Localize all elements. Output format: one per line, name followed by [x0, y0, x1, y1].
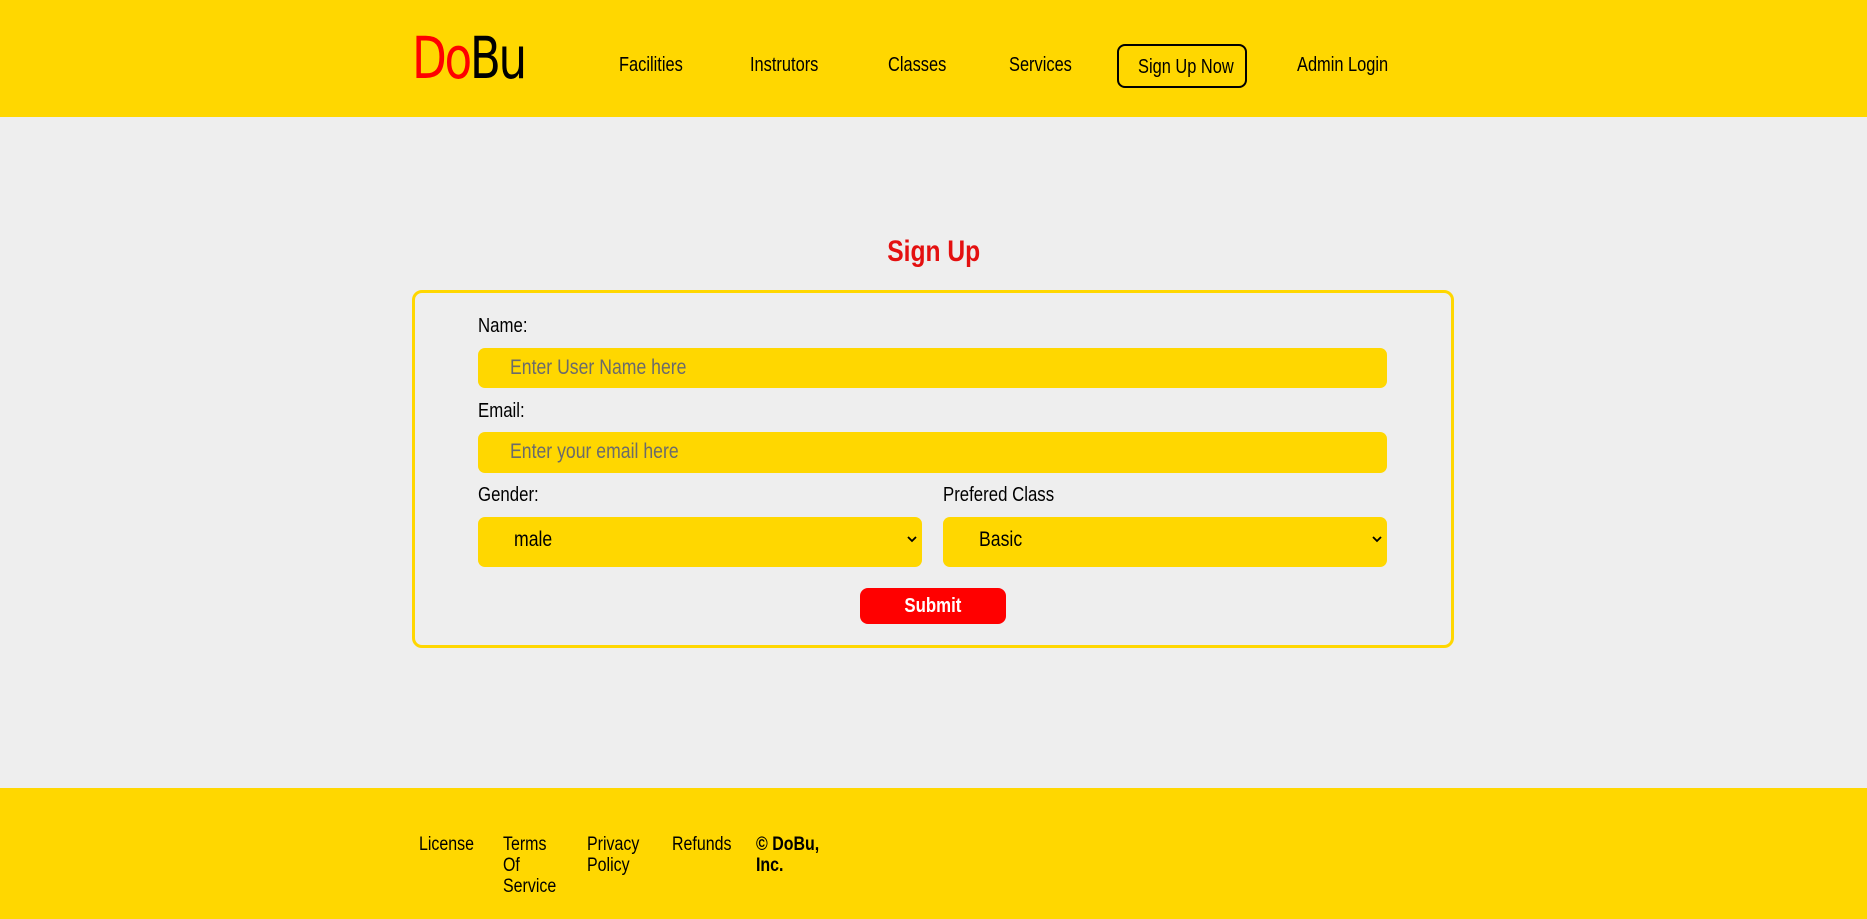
site-logo[interactable]: DoBu — [412, 28, 527, 88]
email-placeholder: Enter your email here — [510, 440, 679, 463]
footer-refunds-link[interactable]: Refunds — [672, 834, 731, 855]
sign-up-now-label: Sign Up Now — [1138, 56, 1234, 78]
sign-up-now-button[interactable]: Sign Up Now — [1117, 44, 1247, 88]
footer-terms-link[interactable]: Terms Of Service — [503, 834, 562, 897]
logo-part-do: Do — [412, 24, 472, 92]
nav-admin-login[interactable]: Admin Login — [1297, 53, 1388, 77]
submit-button[interactable]: Submit — [860, 588, 1006, 624]
submit-label-wrap: Submit — [860, 594, 1006, 618]
gender-select[interactable]: male — [478, 517, 922, 567]
name-placeholder: Enter User Name here — [510, 356, 687, 379]
footer-privacy-link[interactable]: Privacy Policy — [587, 834, 646, 876]
logo-part-bu: Bu — [469, 24, 527, 92]
class-select[interactable]: Basic — [943, 517, 1387, 567]
gender-label: Gender: — [478, 484, 539, 506]
site-header: DoBu Facilities Instrutors Classes Servi… — [0, 0, 1867, 117]
nav-services[interactable]: Services — [1009, 53, 1072, 77]
page-title-text: Sign Up — [887, 235, 980, 268]
nav-classes[interactable]: Classes — [888, 53, 946, 77]
footer-license-link[interactable]: License — [419, 834, 478, 855]
chevron-down-icon — [1372, 536, 1382, 543]
chevron-down-icon — [907, 536, 917, 543]
name-input[interactable]: Enter User Name here — [478, 348, 1387, 388]
site-footer — [0, 788, 1867, 919]
nav-instructors[interactable]: Instrutors — [750, 53, 818, 77]
submit-label: Submit — [904, 595, 962, 617]
email-label: Email: — [478, 400, 525, 422]
footer-copyright: © DoBu, Inc. — [756, 834, 820, 876]
nav-facilities[interactable]: Facilities — [619, 53, 683, 77]
email-input[interactable]: Enter your email here — [478, 432, 1387, 473]
class-selected-value: Basic — [979, 528, 1023, 551]
class-label: Prefered Class — [943, 484, 1055, 506]
gender-selected-value: male — [514, 528, 553, 551]
page-title: Sign Up — [0, 234, 1867, 270]
name-label: Name: — [478, 315, 528, 337]
